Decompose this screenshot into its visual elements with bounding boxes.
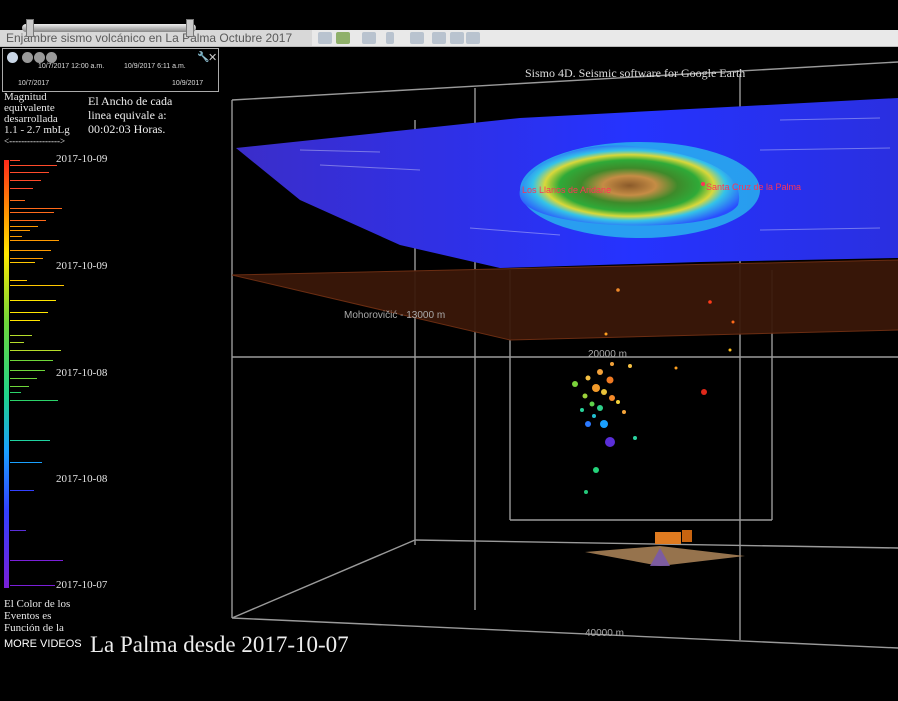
place-label-east: Santa Cruz de la Palma — [706, 182, 801, 192]
quake-point — [604, 332, 608, 336]
quake-point — [616, 288, 620, 292]
quake-point — [605, 437, 615, 447]
quake-point — [633, 436, 637, 440]
quake-point — [674, 366, 678, 370]
quake-point — [609, 395, 615, 401]
quake-point — [708, 300, 712, 304]
quake-point — [597, 405, 603, 411]
quake-point — [597, 369, 603, 375]
video-title: La Palma desde 2017-10-07 — [90, 632, 349, 657]
town-marker — [701, 182, 705, 186]
place-label-west: Los Llanos de Aridane — [522, 185, 611, 195]
quake-point — [592, 414, 596, 418]
quake-point — [589, 401, 595, 407]
quake-point — [728, 348, 732, 352]
quake-point — [580, 408, 584, 412]
pointer-marker — [655, 532, 681, 544]
quake-point — [616, 400, 620, 404]
pointer-marker-side — [682, 530, 692, 542]
quake-point — [582, 393, 588, 399]
moho-plane — [232, 260, 898, 340]
more-videos-button[interactable]: MORE VIDEOS — [4, 638, 82, 650]
quake-point — [610, 362, 614, 366]
quake-point — [584, 490, 588, 494]
quake-point — [600, 420, 608, 428]
quake-point — [606, 376, 614, 384]
moho-label: Mohorovičić - 13000 m — [344, 310, 445, 321]
quake-point — [593, 467, 599, 473]
quake-point — [572, 381, 578, 387]
quake-point — [628, 364, 632, 368]
quake-point — [622, 410, 626, 414]
quake-point — [585, 375, 591, 381]
seismic-3d-view[interactable]: Los Llanos de Aridane Santa Cruz de la P… — [0, 0, 898, 701]
quake-point — [585, 421, 591, 427]
depth-label-20000: 20000 m — [588, 349, 627, 360]
quake-point — [701, 389, 707, 395]
quake-point — [592, 384, 600, 392]
depth-label-40000: 40000 m — [585, 628, 624, 639]
quake-point — [601, 389, 607, 395]
quake-point — [731, 320, 735, 324]
software-title: Sismo 4D. Seismic software for Google Ea… — [525, 66, 746, 80]
